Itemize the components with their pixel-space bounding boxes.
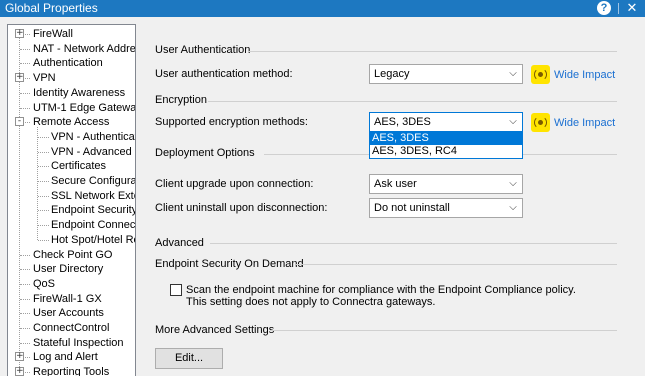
section-advanced: Advanced <box>155 237 204 249</box>
tree-item[interactable]: UTM-1 Edge Gateway <box>33 101 135 115</box>
tree-connector <box>38 210 49 212</box>
wide-impact-link[interactable]: Wide Impact <box>554 117 615 130</box>
tree-guide-line <box>19 31 20 376</box>
section-more-advanced-settings: More Advanced Settings <box>155 324 275 336</box>
title-bar: Global Properties ? ✕ <box>0 0 645 17</box>
tree-item[interactable]: Log and Alert <box>33 350 98 364</box>
tree-item[interactable]: Hot Spot/Hotel Re <box>51 233 135 247</box>
title-separator <box>618 3 619 14</box>
help-icon[interactable]: ? <box>597 1 611 15</box>
tree-item[interactable]: VPN - Advanced <box>51 145 132 159</box>
tree-expand-icon[interactable]: + <box>15 29 24 38</box>
client-uninstall-select[interactable]: Do not uninstall ⌵ <box>369 198 523 218</box>
tree-collapse-icon[interactable]: - <box>15 117 24 127</box>
tree-connector <box>38 225 49 227</box>
tree-item[interactable]: User Directory <box>33 262 103 276</box>
wide-impact-link[interactable]: Wide Impact <box>554 69 615 82</box>
section-divider <box>208 101 617 102</box>
tree-connector <box>38 181 49 182</box>
encryption-methods-select[interactable]: AES, 3DES ⌵ <box>369 112 523 132</box>
window-title: Global Properties <box>5 1 98 15</box>
tree-connector <box>20 254 30 256</box>
tree-connector <box>38 195 49 197</box>
tree-item[interactable]: Endpoint Connect <box>51 218 135 232</box>
tree-item[interactable]: Identity Awareness <box>33 86 125 100</box>
tree-connector <box>20 283 30 285</box>
chevron-down-icon: ⌵ <box>509 68 517 79</box>
tree-connector <box>20 63 30 65</box>
navigation-tree[interactable]: + FireWall NAT - Network Addres Authenticat… <box>7 24 136 376</box>
tree-item[interactable]: Check Point GO <box>33 248 112 262</box>
tree-item[interactable]: FireWall <box>33 27 73 41</box>
chevron-down-icon: ⌵ <box>509 178 517 189</box>
tree-connector <box>20 92 30 94</box>
encryption-methods-dropdown[interactable]: AES, 3DES AES, 3DES, RC4 <box>369 131 523 159</box>
section-encryption: Encryption <box>155 94 207 106</box>
tree-connector <box>20 269 30 271</box>
encryption-methods-value: AES, 3DES <box>374 116 431 128</box>
client-upgrade-label: Client upgrade upon connection: <box>155 178 314 190</box>
tree-connector <box>20 342 30 344</box>
tree-connector <box>38 166 49 168</box>
dropdown-option[interactable]: AES, 3DES <box>370 132 522 145</box>
tree-connector <box>20 298 30 300</box>
tree-item[interactable]: VPN - Authenticati <box>51 130 135 144</box>
user-auth-method-value: Legacy <box>374 68 410 80</box>
section-divider <box>296 264 617 265</box>
section-divider <box>210 243 617 244</box>
tree-item[interactable]: Reporting Tools <box>33 365 109 376</box>
tree-item[interactable]: NAT - Network Addres <box>33 42 135 56</box>
client-uninstall-value: Do not uninstall <box>374 202 450 214</box>
tree-item[interactable]: SSL Network Exter <box>51 189 135 203</box>
scan-endpoint-label: Scan the endpoint machine for compliance… <box>186 284 576 308</box>
tree-item[interactable]: User Accounts <box>33 306 104 320</box>
section-endpoint-security-on-demand: Endpoint Security On Demand <box>155 258 304 270</box>
tree-connector <box>20 48 30 50</box>
tree-expand-icon[interactable]: + <box>15 367 24 376</box>
tree-connector <box>20 328 30 329</box>
client-uninstall-label: Client uninstall upon disconnection: <box>155 202 328 214</box>
wide-impact-icon <box>531 65 550 84</box>
encryption-methods-label: Supported encryption methods: <box>155 116 308 128</box>
tree-expand-icon[interactable]: + <box>15 352 24 362</box>
tree-item[interactable]: Endpoint Security V <box>51 203 135 217</box>
tree-connector <box>20 313 30 315</box>
section-user-authentication: User Authentication <box>155 44 251 56</box>
client-upgrade-select[interactable]: Ask user ⌵ <box>369 174 523 194</box>
edit-button[interactable]: Edit... <box>155 348 223 369</box>
scan-endpoint-checkbox[interactable] <box>170 284 182 296</box>
close-icon[interactable]: ✕ <box>625 0 639 16</box>
tree-connector <box>38 136 49 138</box>
wide-impact-icon <box>531 113 550 132</box>
tree-item[interactable]: FireWall-1 GX <box>33 292 102 306</box>
tree-item[interactable]: Stateful Inspection <box>33 336 124 350</box>
client-upgrade-value: Ask user <box>374 178 417 190</box>
section-divider <box>248 51 617 52</box>
tree-item[interactable]: Secure Configurati <box>51 174 135 188</box>
scan-endpoint-line1: Scan the endpoint machine for compliance… <box>186 284 576 296</box>
dropdown-option[interactable]: AES, 3DES, RC4 <box>370 145 522 158</box>
tree-item[interactable]: Remote Access <box>33 115 109 129</box>
tree-expand-icon[interactable]: + <box>15 73 24 83</box>
scan-endpoint-line2: This setting does not apply to Connectra… <box>186 296 436 308</box>
tree-guide-line <box>37 127 38 240</box>
tree-connector <box>20 107 30 109</box>
tree-item[interactable]: Certificates <box>51 159 106 173</box>
tree-item[interactable]: VPN <box>33 71 56 85</box>
user-auth-method-label: User authentication method: <box>155 68 293 80</box>
tree-connector <box>38 239 49 241</box>
chevron-down-icon: ⌵ <box>509 116 517 127</box>
section-deployment-options: Deployment Options <box>155 147 255 159</box>
tree-item[interactable]: Authentication <box>33 56 103 70</box>
chevron-down-icon: ⌵ <box>509 202 517 213</box>
tree-item[interactable]: QoS <box>33 277 55 291</box>
user-auth-method-select[interactable]: Legacy ⌵ <box>369 64 523 84</box>
tree-connector <box>38 151 49 153</box>
tree-item[interactable]: ConnectControl <box>33 321 109 335</box>
section-divider <box>270 330 617 331</box>
